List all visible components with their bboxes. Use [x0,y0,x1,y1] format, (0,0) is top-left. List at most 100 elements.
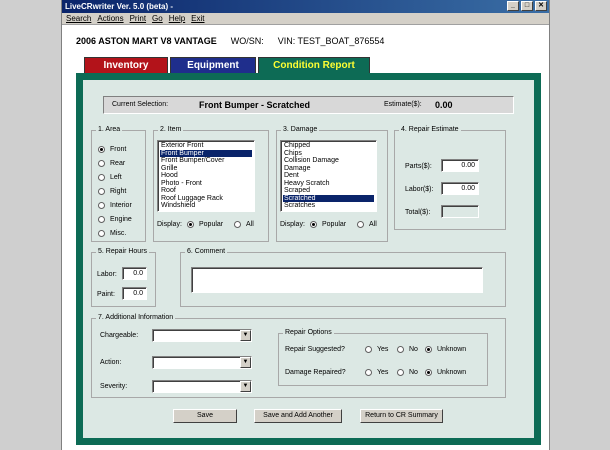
radio-icon[interactable] [365,369,372,376]
window-title: LiveCRwriter Ver. 5.0 (beta) - [65,2,174,11]
item-display-all[interactable]: All [234,221,254,228]
radio-icon[interactable] [357,221,364,228]
radio-icon[interactable] [397,346,404,353]
radio-icon[interactable] [98,202,105,209]
save-button[interactable]: Save [173,409,237,423]
list-item[interactable]: Scratches [283,202,374,210]
labor-hours-input[interactable]: 0.0 [122,267,147,280]
list-item[interactable]: Hood [160,172,252,180]
item-display-label: Display: [157,221,182,228]
radio-icon[interactable] [98,230,105,237]
area-option-rear[interactable]: Rear [98,160,125,167]
list-item[interactable]: Windshield [160,202,252,210]
repair-suggested-no[interactable]: No [397,346,418,353]
labor-cost-label: Labor($): [405,186,434,193]
area-option-engine[interactable]: Engine [98,216,132,223]
item-display-popular[interactable]: Popular [187,221,223,228]
minimize-button[interactable]: _ [507,1,519,11]
radio-icon[interactable] [98,174,105,181]
menu-actions[interactable]: Actions [97,13,123,24]
damage-display-all[interactable]: All [357,221,377,228]
radio-icon[interactable] [310,221,317,228]
radio-icon[interactable] [98,188,105,195]
damage-repaired-unknown[interactable]: Unknown [425,369,466,376]
list-item[interactable]: Chipped [283,142,374,150]
comment-textarea[interactable] [191,267,483,293]
radio-icon[interactable] [425,369,432,376]
list-item[interactable]: Heavy Scratch [283,180,374,188]
damage-title: 3. Damage [281,125,320,135]
list-item[interactable]: Damage [283,165,374,173]
list-item[interactable]: Grille [160,165,252,173]
labor-cost-input[interactable]: 0.00 [441,182,479,195]
list-item-selected[interactable]: Front Bumper [160,149,252,157]
close-button[interactable]: ✕ [535,1,547,11]
action-select[interactable]: ▼ [152,356,252,369]
condition-report-frame: Current Selection: Front Bumper - Scratc… [76,73,541,445]
list-item[interactable]: Exterior Front [160,142,252,150]
damage-repaired-label: Damage Repaired? [285,369,346,376]
menu-exit[interactable]: Exit [191,13,204,24]
area-title: 1. Area [96,125,123,135]
list-item-selected[interactable]: Scratched [283,194,374,202]
additional-info-title: 7. Additional Information [96,313,176,323]
list-item[interactable]: Roof [160,187,252,195]
radio-icon[interactable] [98,216,105,223]
app-window: LiveCRwriter Ver. 5.0 (beta) - _ □ ✕ Sea… [61,0,550,450]
list-item[interactable]: Roof Luggage Rack [160,195,252,203]
list-item[interactable]: Collision Damage [283,157,374,165]
parts-label: Parts($): [405,163,432,170]
list-item[interactable]: Photo - Front [160,180,252,188]
list-item[interactable]: Dent [283,172,374,180]
tab-equipment[interactable]: Equipment [170,57,256,73]
save-and-add-another-button[interactable]: Save and Add Another [254,409,342,423]
damage-repaired-no[interactable]: No [397,369,418,376]
repair-estimate-group: 4. Repair Estimate Parts($): 0.00 Labor(… [394,125,506,230]
list-item[interactable]: Front Bumper/Cover [160,157,252,165]
item-listbox[interactable]: Exterior Front Front Bumper Front Bumper… [157,140,255,212]
chevron-down-icon[interactable]: ▼ [240,381,251,392]
chevron-down-icon[interactable]: ▼ [240,357,251,368]
comment-title: 6. Comment [185,247,228,257]
repair-suggested-unknown[interactable]: Unknown [425,346,466,353]
parts-input[interactable]: 0.00 [441,159,479,172]
damage-display-label: Display: [280,221,305,228]
item-title: 2. Item [158,125,184,135]
list-item[interactable]: Scraped [283,187,374,195]
menu-go[interactable]: Go [152,13,163,24]
paint-hours-input[interactable]: 0.0 [122,287,147,300]
chevron-down-icon[interactable]: ▼ [240,330,251,341]
paint-hours-label: Paint: [97,291,115,298]
area-option-left[interactable]: Left [98,174,122,181]
repair-estimate-title: 4. Repair Estimate [399,125,461,135]
radio-icon[interactable] [98,160,105,167]
radio-icon[interactable] [187,221,194,228]
repair-suggested-label: Repair Suggested? [285,346,345,353]
menu-help[interactable]: Help [169,13,185,24]
area-option-interior[interactable]: Interior [98,202,132,209]
tab-condition-report[interactable]: Condition Report [258,57,370,73]
condition-report-panel: Current Selection: Front Bumper - Scratc… [83,80,534,438]
menu-search[interactable]: Search [66,13,91,24]
radio-icon[interactable] [365,346,372,353]
damage-repaired-yes[interactable]: Yes [365,369,388,376]
chargeable-select[interactable]: ▼ [152,329,252,342]
menu-print[interactable]: Print [130,13,146,24]
severity-select[interactable]: ▼ [152,380,252,393]
vehicle-description: 2006 ASTON MART V8 VANTAGE [76,36,217,46]
area-option-right[interactable]: Right [98,188,126,195]
damage-listbox[interactable]: Chipped Chips Collision Damage Damage De… [280,140,377,212]
radio-icon[interactable] [98,146,105,153]
radio-icon[interactable] [234,221,241,228]
desktop-background-right [550,0,610,450]
repair-suggested-yes[interactable]: Yes [365,346,388,353]
maximize-button[interactable]: □ [521,1,533,11]
radio-icon[interactable] [425,346,432,353]
area-option-front[interactable]: Front [98,146,126,153]
damage-display-popular[interactable]: Popular [310,221,346,228]
area-option-misc[interactable]: Misc. [98,230,126,237]
tab-inventory[interactable]: Inventory [84,57,168,73]
list-item[interactable]: Chips [283,150,374,158]
return-to-cr-summary-button[interactable]: Return to CR Summary [360,409,443,423]
radio-icon[interactable] [397,369,404,376]
